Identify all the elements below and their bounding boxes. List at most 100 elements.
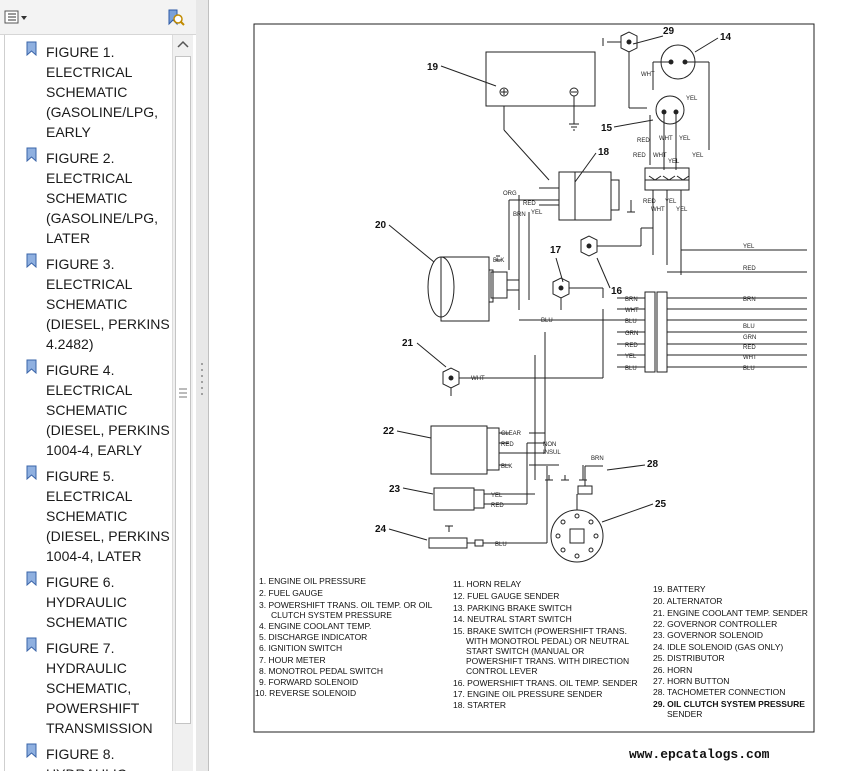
wire-label: WHT [471, 376, 485, 382]
callout-28: 28 [647, 459, 659, 470]
grip-icon [179, 388, 187, 398]
wire-label: BLU [495, 542, 507, 548]
legend-item: 22. GOVERNOR CONTROLLER [653, 619, 777, 629]
bookmark-icon [26, 147, 37, 162]
oil-pressure-sender-29 [602, 31, 647, 109]
wire-label: RED [491, 503, 504, 509]
legend-item: 21. ENGINE COOLANT TEMP. SENDER [653, 608, 808, 618]
wire-label: YEL [743, 244, 755, 250]
wire-label: YEL [676, 207, 688, 213]
bookmark-scrollbar[interactable] [172, 35, 193, 771]
legend-item: 6. IGNITION SWITCH [259, 643, 342, 653]
starter [509, 171, 635, 221]
bookmark-label-line: SCHEMATIC [46, 614, 128, 630]
governor-controller [430, 332, 559, 480]
electrical-schematic-diagram: 29 14 19 15 18 20 17 16 21 22 28 23 25 2… [253, 23, 815, 733]
bookmark-label-line: FIGURE 4. [46, 362, 115, 378]
oil-pressure-sender-17 [552, 277, 604, 310]
wire-label: BLU [625, 319, 637, 325]
bookmark-label-line: ELECTRICAL [46, 64, 133, 80]
bookmark-label-line: ELECTRICAL [46, 276, 133, 292]
connector-block-top [644, 167, 690, 275]
bookmark-icon [26, 465, 37, 480]
wire-label: CLEAR [501, 431, 522, 437]
bookmark-label-line: EARLY [46, 124, 91, 140]
idle-solenoid [428, 466, 548, 549]
bookmark-search-icon [168, 9, 185, 26]
bookmark-label-line: FIGURE 1. [46, 44, 115, 60]
callout-17: 17 [550, 245, 562, 256]
wire-label: RED [625, 343, 638, 349]
legend-item: 15. BRAKE SWITCH (POWERSHIFT TRANS. [453, 626, 627, 636]
bookmark-label: FIGURE 4. ELECTRICAL SCHEMATIC (DIESEL, PER… [46, 360, 171, 460]
panel-splitter[interactable] [196, 0, 209, 771]
bookmark-icon [26, 571, 37, 586]
bookmark-item[interactable]: FIGURE 8. HYDRAULIC [5, 739, 173, 771]
legend-item: SENDER [667, 709, 702, 719]
bookmark-item[interactable]: FIGURE 1. ELECTRICAL SCHEMATIC (GASOLINE/LP… [5, 37, 173, 143]
wire-label: YEL [679, 136, 691, 142]
callout-21: 21 [402, 338, 414, 349]
wire-label: WHT [641, 72, 655, 78]
bookmark-label-line: (DIESEL, PERKINS [46, 316, 170, 332]
splitter-grip-icon [201, 363, 203, 395]
bookmark-item[interactable]: FIGURE 3. ELECTRICAL SCHEMATIC (DIESEL, PER… [5, 249, 173, 355]
wire-label: BLU [743, 366, 755, 372]
wire-label: YEL [692, 153, 704, 159]
legend-item: 9. FORWARD SOLENOID [259, 677, 358, 687]
wire-label: BLU [743, 324, 755, 330]
bookmark-label-line: 1004-4, LATER [46, 548, 142, 564]
switch-14 [652, 44, 710, 150]
legend-item: 11. HORN RELAY [453, 579, 522, 589]
bookmark-item[interactable]: FIGURE 7. HYDRAULIC SCHEMATIC, POWERSHIFT TR… [5, 633, 173, 739]
bookmark-label-line: FIGURE 5. [46, 468, 115, 484]
wire-label: RED [637, 138, 650, 144]
bookmark-icon [26, 743, 37, 758]
bookmark-label-line: FIGURE 3. [46, 256, 115, 272]
callout-23: 23 [389, 484, 401, 495]
callout-15: 15 [601, 123, 613, 134]
bookmark-label-line: (GASOLINE/LPG, [46, 104, 159, 120]
bookmark-icon [26, 41, 37, 56]
legend-item: POWERSHIFT TRANS. WITH DIRECTION [466, 656, 629, 666]
bookmark-label-line: SCHEMATIC [46, 402, 128, 418]
legend-item: 10. REVERSE SOLENOID [255, 688, 356, 698]
callout-20: 20 [375, 220, 387, 231]
bookmark-item[interactable]: FIGURE 4. ELECTRICAL SCHEMATIC (DIESEL, PER… [5, 355, 173, 461]
trans-temp-sender-16 [580, 227, 653, 257]
legend-item: 8. MONOTROL PEDAL SWITCH [259, 666, 383, 676]
bookmark-item[interactable]: FIGURE 2. ELECTRICAL SCHEMATIC (GASOLINE/LP… [5, 143, 173, 249]
bookmark-action-button[interactable] [166, 8, 186, 28]
bookmark-label-line: ELECTRICAL [46, 170, 133, 186]
bookmark-label: FIGURE 5. ELECTRICAL SCHEMATIC (DIESEL, PER… [46, 466, 171, 566]
options-menu-button[interactable] [4, 9, 30, 27]
callout-25: 25 [655, 499, 667, 510]
bookmark-item[interactable]: FIGURE 5. ELECTRICAL SCHEMATIC (DIESEL, PER… [5, 461, 173, 567]
bookmarks-panel: FIGURE 1. ELECTRICAL SCHEMATIC (GASOLINE/LP… [0, 0, 197, 771]
legend-item: 29. OIL CLUTCH SYSTEM PRESSURE [653, 699, 805, 709]
legend-item: 28. TACHOMETER CONNECTION [653, 687, 785, 697]
legend-column-2: 11. HORN RELAY 12. FUEL GAUGE SENDER 13.… [453, 579, 638, 710]
wire-label: WHT [659, 136, 673, 142]
legend-item: 16. POWERSHIFT TRANS. OIL TEMP. SENDER [453, 678, 638, 688]
scroll-up-button[interactable] [173, 35, 193, 55]
scroll-thumb[interactable] [175, 56, 191, 724]
bookmark-label-line: ELECTRICAL [46, 382, 133, 398]
battery [485, 51, 596, 181]
bookmark-label-line: 4.2482) [46, 336, 94, 352]
legend-column-1: 1. ENGINE OIL PRESSURE 2. FUEL GAUGE 3. … [255, 576, 433, 698]
wire-label: YEL [686, 96, 698, 102]
bookmark-label-line: SCHEMATIC [46, 508, 128, 524]
bookmark-label: FIGURE 3. ELECTRICAL SCHEMATIC (DIESEL, PER… [46, 254, 171, 354]
wire-label: RED [743, 345, 756, 351]
bookmark-label-line: FIGURE 2. [46, 150, 115, 166]
wire-label: WHT [651, 207, 665, 213]
bookmark-label: FIGURE 8. HYDRAULIC [46, 744, 171, 771]
wire-label: YEL [531, 210, 543, 216]
distributor [550, 494, 604, 563]
bookmark-item[interactable]: FIGURE 6. HYDRAULIC SCHEMATIC [5, 567, 173, 633]
ground-marks [545, 465, 587, 481]
legend-item: 27. HORN BUTTON [653, 676, 729, 686]
callout-24: 24 [375, 524, 387, 535]
callout-18: 18 [598, 147, 610, 158]
